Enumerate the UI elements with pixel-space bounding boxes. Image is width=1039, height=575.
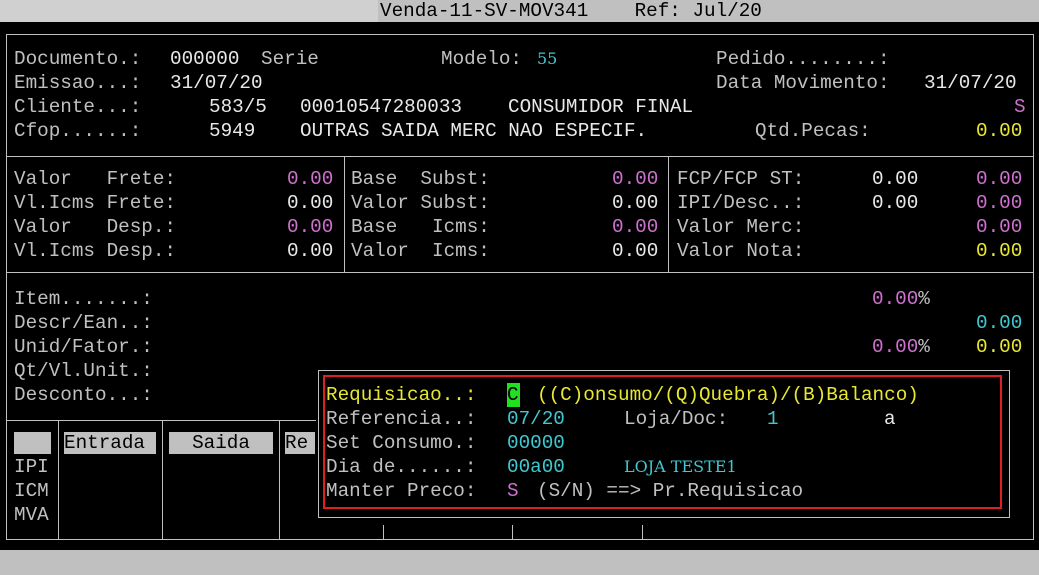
- entrada-header[interactable]: Entrada: [64, 432, 156, 454]
- valor-desp-value[interactable]: 0.00: [287, 215, 333, 239]
- grid-top-line: [6, 420, 316, 421]
- base-icms-label: Base Icms:: [351, 216, 490, 238]
- valor-merc-label: Valor Merc:: [677, 216, 805, 238]
- valor-nota-label: Valor Nota:: [677, 240, 805, 262]
- loja-doc-value[interactable]: a: [884, 407, 896, 431]
- item-label: Item.......:: [14, 288, 153, 310]
- set-consumo-label: Set Consumo.:: [326, 432, 477, 454]
- divider-col1: [344, 156, 345, 272]
- unid-fator-percent: 0.00%: [872, 336, 930, 358]
- grid-row-ipi: IPI: [14, 456, 49, 478]
- valor-subst-label: Valor Subst:: [351, 192, 490, 214]
- manter-preco-label: Manter Preco:: [326, 480, 477, 502]
- percent-sign: %: [918, 288, 930, 310]
- bottom-tick-2: [512, 525, 513, 539]
- dia-value[interactable]: 00a00: [507, 455, 565, 479]
- manter-preco-value[interactable]: S: [507, 479, 519, 503]
- percent-sign: %: [918, 336, 930, 358]
- serie-label: Serie: [261, 48, 319, 70]
- unid-fator-value: 0.00: [976, 336, 1023, 358]
- ipi-desc-value: 0.00: [976, 192, 1023, 214]
- valor-icms-label: Valor Icms:: [351, 240, 490, 262]
- divider-header: [6, 156, 1033, 157]
- data-movimento-label: Data Movimento:: [716, 72, 890, 94]
- loja-name: LOJA TESTE1: [624, 457, 737, 476]
- cliente-label: Cliente...:: [14, 96, 142, 118]
- requisicao-label: Requisicao..:: [326, 384, 477, 406]
- descr-ean-label: Descr/Ean..:: [14, 312, 153, 334]
- documento-value[interactable]: 000000: [170, 47, 239, 71]
- item-percent: 0.00%: [872, 288, 930, 310]
- base-icms-value[interactable]: 0.00: [612, 215, 658, 239]
- base-subst-value[interactable]: 0.00: [612, 167, 658, 191]
- pedido-label: Pedido........:: [716, 48, 890, 70]
- vl-icms-frete-value: 0.00: [287, 192, 334, 214]
- grid-divider-3: [279, 420, 280, 540]
- grid-corner: [14, 432, 51, 454]
- fcp-label: FCP/FCP ST:: [677, 168, 805, 190]
- valor-nota-value: 0.00: [976, 240, 1023, 262]
- grid-row-mva: MVA: [14, 504, 49, 526]
- status-bar: [0, 550, 1039, 575]
- cliente-code[interactable]: 583/5: [209, 95, 267, 119]
- dia-label: Dia de......:: [326, 456, 477, 478]
- referencia-value[interactable]: 07/20: [507, 407, 565, 431]
- valor-frete-value[interactable]: 0.00: [287, 167, 333, 191]
- data-movimento-value[interactable]: 31/07/20: [924, 71, 1017, 95]
- cliente-name: CONSUMIDOR FINAL: [508, 96, 694, 118]
- valor-frete-label: Valor Frete:: [14, 168, 176, 190]
- grid-row-icm: ICM: [14, 480, 49, 502]
- loja-doc-label: Loja/Doc:: [624, 408, 729, 430]
- descr-ean-value: 0.00: [976, 312, 1023, 334]
- modelo-value: 55: [537, 49, 558, 68]
- vl-icms-desp-label: Vl.Icms Desp.:: [14, 240, 176, 262]
- set-consumo-value[interactable]: 00000: [507, 431, 565, 455]
- divider-col2: [668, 156, 669, 272]
- referencia-label: Referencia..:: [326, 408, 477, 430]
- valor-desp-label: Valor Desp.:: [14, 216, 176, 238]
- manter-preco-hint: (S/N) ==> Pr.Requisicao: [537, 480, 804, 502]
- valor-icms-value: 0.00: [612, 240, 659, 262]
- unid-fator-label: Unid/Fator.:: [14, 336, 153, 358]
- divider-totals: [6, 272, 1033, 273]
- cfop-description: OUTRAS SAIDA MERC NAO ESPECIF.: [300, 120, 648, 142]
- loja-value[interactable]: 1: [767, 407, 779, 431]
- qtd-pecas-value: 0.00: [976, 120, 1023, 142]
- valor-subst-value: 0.00: [612, 192, 659, 214]
- grid-bottom-line: [6, 539, 1033, 540]
- requisicao-options: ((C)onsumo/(Q)Quebra)/(B)Balanco): [537, 384, 919, 406]
- qtd-pecas-label: Qtd.Pecas:: [755, 120, 871, 142]
- desconto-label: Desconto...:: [14, 384, 153, 406]
- requisicao-input[interactable]: C: [507, 383, 520, 407]
- documento-label: Documento.:: [14, 48, 142, 70]
- modelo-label: Modelo:: [441, 48, 522, 70]
- grid-divider-2: [162, 420, 163, 540]
- valor-merc-value: 0.00: [976, 216, 1023, 238]
- emissao-value[interactable]: 31/07/20: [170, 71, 263, 95]
- cfop-label: Cfop......:: [14, 120, 142, 142]
- window-title: Venda-11-SV-MOV341 Ref: Jul/20: [380, 0, 762, 22]
- fcp-value: 0.00: [976, 168, 1023, 190]
- saida-header[interactable]: Saida: [169, 432, 273, 454]
- cliente-flag: S: [1014, 96, 1026, 118]
- fcp-mid-value: 0.00: [872, 168, 919, 190]
- vl-icms-frete-label: Vl.Icms Frete:: [14, 192, 176, 214]
- cliente-document: 00010547280033: [300, 96, 462, 118]
- ipi-desc-label: IPI/Desc..:: [677, 192, 805, 214]
- grid-divider-1: [58, 420, 59, 540]
- bottom-tick-3: [642, 525, 643, 539]
- base-subst-label: Base Subst:: [351, 168, 490, 190]
- cfop-code[interactable]: 5949: [209, 119, 255, 143]
- emissao-label: Emissao...:: [14, 72, 142, 94]
- title-bar-left: [0, 0, 378, 22]
- qt-vl-unit-label: Qt/Vl.Unit.:: [14, 360, 153, 382]
- bottom-tick-1: [383, 525, 384, 539]
- re-header[interactable]: Re: [285, 432, 315, 454]
- ipi-desc-mid-value: 0.00: [872, 192, 919, 214]
- vl-icms-desp-value: 0.00: [287, 240, 334, 262]
